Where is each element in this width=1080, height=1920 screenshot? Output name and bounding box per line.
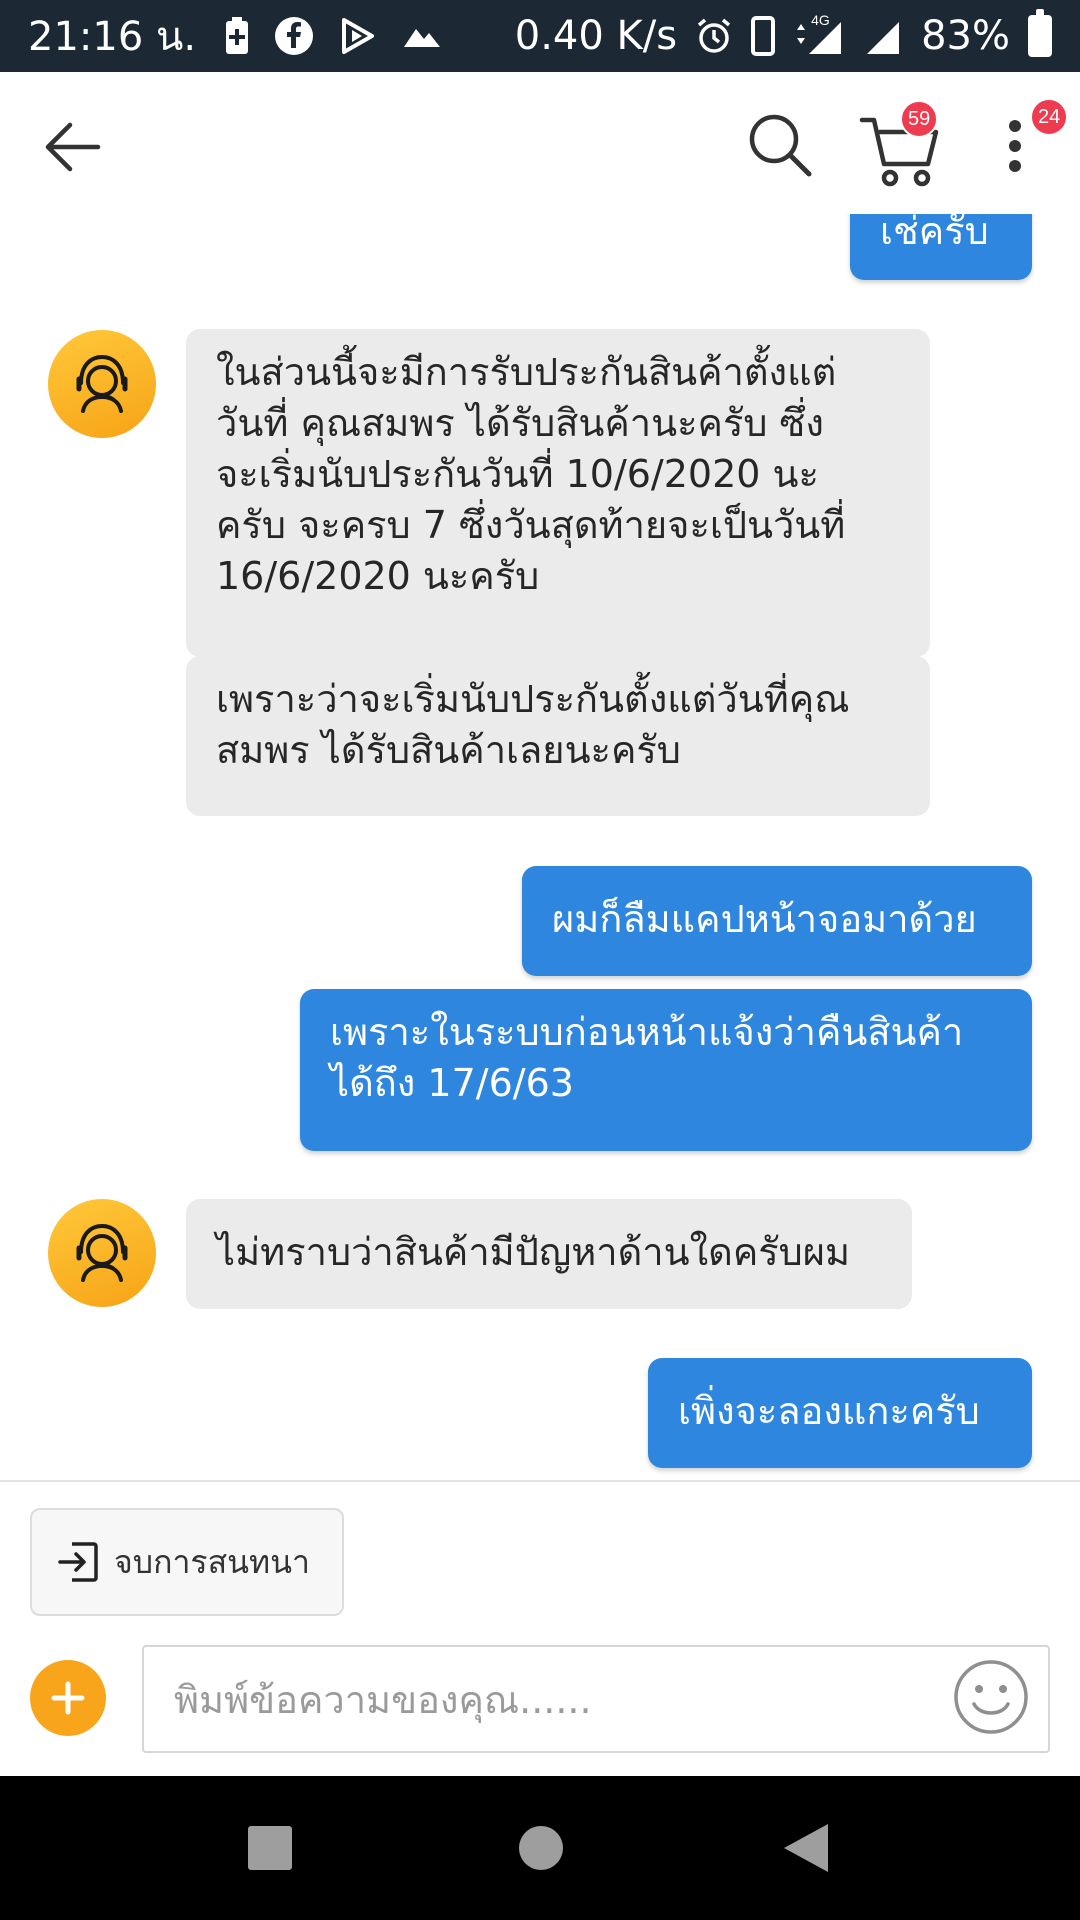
- signal-4g-icon: 4G: [793, 12, 845, 56]
- recent-apps-button[interactable]: [248, 1826, 292, 1870]
- agent-avatar: [48, 330, 156, 438]
- net-speed: 0.40 K/s: [514, 13, 678, 59]
- search-icon: [749, 114, 812, 177]
- mountain-icon: [402, 21, 442, 51]
- play-store-icon: [338, 16, 378, 56]
- message-input[interactable]: พิมพ์ข้อความของคุณ......: [142, 1645, 1050, 1753]
- alarm-icon: [695, 17, 733, 55]
- battery-percent: 83%: [921, 13, 1010, 59]
- more-menu-button[interactable]: [995, 110, 1035, 182]
- battery-icon: [1028, 9, 1052, 57]
- smiley-icon: [954, 1660, 1028, 1734]
- message-outgoing[interactable]: เพิ่งจะลองแกะครับ: [648, 1358, 1032, 1468]
- message-outgoing[interactable]: เช่ครับ: [850, 214, 1032, 280]
- support-agent-icon: [76, 1223, 128, 1282]
- system-nav-bar: [0, 1776, 1080, 1920]
- add-attachment-button[interactable]: [30, 1660, 106, 1736]
- status-time: 21:16 น.: [28, 14, 197, 60]
- end-chat-button[interactable]: จบการสนทนา: [30, 1508, 344, 1616]
- message-incoming[interactable]: เพราะว่าจะเริ่มนับประกันตั้งแต่วันที่คุณ…: [186, 656, 930, 816]
- status-bar: 21:16 น. 0.40 K/s 4G 83%: [0, 0, 1080, 72]
- network-type: 4G: [811, 12, 830, 28]
- search-button[interactable]: [745, 110, 817, 182]
- notification-badge: 24: [1030, 98, 1069, 136]
- message-outgoing[interactable]: เพราะในระบบก่อนหน้าแจ้งว่าคืนสินค้า ได้ถ…: [300, 989, 1032, 1151]
- emoji-button[interactable]: [952, 1658, 1030, 1736]
- cart-count-badge: 59: [900, 100, 939, 138]
- battery-saver-icon: [224, 16, 250, 56]
- system-back-button[interactable]: [784, 1824, 828, 1872]
- back-button[interactable]: [38, 112, 108, 182]
- chat-thread[interactable]: เช่ครับ ในส่วนนี้จะมีการรับประกันสินค้าต…: [0, 214, 1080, 1480]
- composer-divider: [0, 1480, 1080, 1482]
- facebook-icon: [274, 16, 314, 56]
- end-chat-label: จบการสนทนา: [114, 1542, 310, 1581]
- arrow-left-icon: [45, 122, 101, 172]
- agent-avatar: [48, 1199, 156, 1307]
- plus-icon: [51, 1681, 85, 1715]
- support-agent-icon: [76, 354, 128, 413]
- more-vertical-icon: [1009, 120, 1021, 172]
- message-incoming[interactable]: ไม่ทราบว่าสินค้ามีปัญหาด้านใดครับผม: [186, 1199, 912, 1309]
- app-bar: 59 24: [0, 72, 1080, 214]
- message-input-placeholder: พิมพ์ข้อความของคุณ......: [174, 1677, 592, 1722]
- message-incoming[interactable]: ในส่วนนี้จะมีการรับประกันสินค้าตั้งแต่ ว…: [186, 329, 930, 657]
- home-button[interactable]: [519, 1826, 563, 1870]
- signal-icon: [863, 16, 903, 56]
- exit-icon: [58, 1542, 98, 1582]
- phone-icon: [751, 16, 776, 56]
- message-outgoing[interactable]: ผมก็ลืมแคปหน้าจอมาด้วย: [522, 866, 1032, 976]
